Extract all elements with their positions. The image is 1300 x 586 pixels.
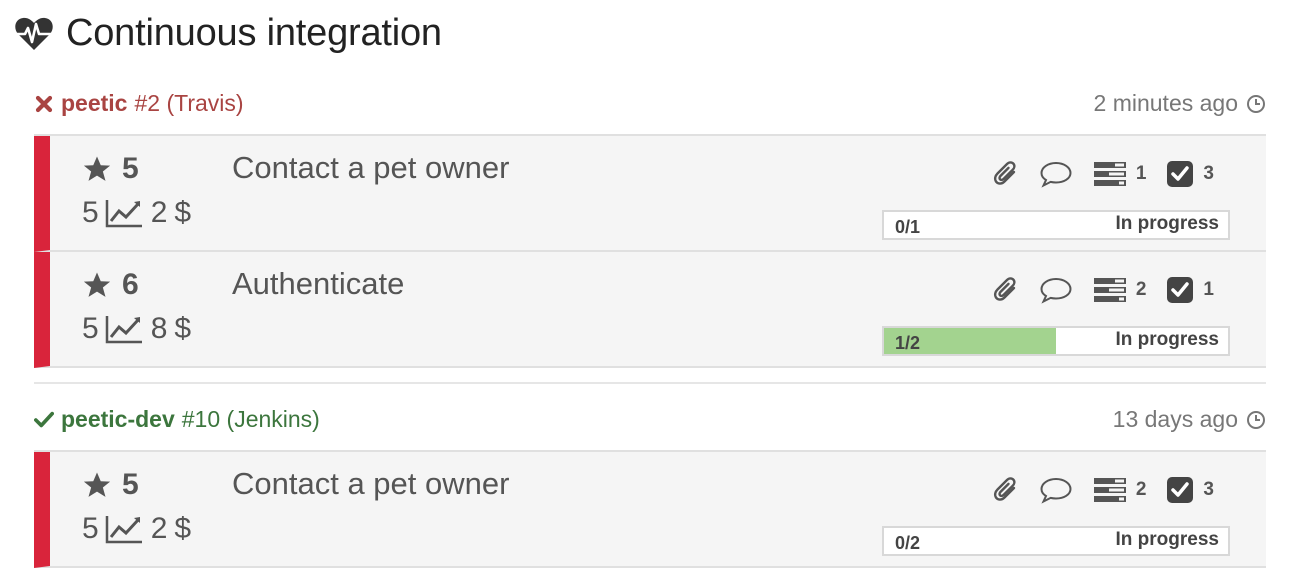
build-number: #2 <box>134 90 161 116</box>
build-card: peetic #2 (Travis) 2 minutes ago 5 5 2 $ <box>34 90 1266 368</box>
story-card[interactable]: 5 5 2 $ Contact a pet owner 1 3 0/1 In p… <box>34 136 1266 252</box>
clock-icon <box>1247 410 1265 429</box>
story-card[interactable]: 5 5 2 $ Contact a pet owner 2 3 0/2 In p… <box>34 452 1266 568</box>
build-number: #10 <box>181 406 221 432</box>
story-metrics: 5 8 $ <box>82 312 191 346</box>
build-time-label: 2 minutes ago <box>1093 90 1238 116</box>
progress-state: In progress <box>1115 529 1219 550</box>
build-separator <box>34 382 1266 384</box>
paperclip-icon <box>993 161 1016 185</box>
star-icon <box>83 272 111 297</box>
attachment-button[interactable] <box>993 276 1019 304</box>
checks-count: 1 <box>1203 279 1214 300</box>
story-cost: 2 <box>150 196 168 229</box>
attachment-button[interactable] <box>993 476 1019 504</box>
build-project: peetic <box>61 90 128 116</box>
story-metrics: 5 2 $ <box>82 512 191 546</box>
build-time: 13 days ago <box>1113 406 1266 433</box>
story-metrics: 5 2 $ <box>82 196 191 230</box>
story-priority: 6 <box>82 268 139 302</box>
tasks-count: 2 <box>1135 479 1147 500</box>
story-title[interactable]: Contact a pet owner <box>232 466 509 502</box>
comment-icon <box>1040 277 1072 304</box>
clock-icon <box>1247 94 1265 113</box>
tasks-list-icon <box>1093 162 1126 186</box>
paperclip-icon <box>993 477 1016 501</box>
line-chart-icon <box>105 516 142 544</box>
paperclip-icon <box>993 277 1016 301</box>
checkbox-icon <box>1167 161 1194 187</box>
story-points: 5 <box>82 196 99 229</box>
story-card[interactable]: 6 5 8 $ Authenticate 2 1 1/2 In progress <box>34 252 1266 368</box>
comment-button[interactable] <box>1039 476 1073 504</box>
story-cost: 2 <box>150 512 168 545</box>
tasks-counter[interactable]: 1 <box>1093 161 1147 187</box>
story-progress-bar: 1/2 In progress <box>882 326 1230 356</box>
story-icons: 2 1 <box>993 276 1214 304</box>
checks-count: 3 <box>1203 163 1214 184</box>
story-icons: 1 3 <box>993 160 1214 188</box>
story-title[interactable]: Contact a pet owner <box>232 150 509 186</box>
comment-button[interactable] <box>1039 276 1073 304</box>
build-project: peetic-dev <box>61 406 175 432</box>
currency-label: $ <box>174 196 192 229</box>
comment-icon <box>1040 477 1072 504</box>
comment-icon <box>1040 161 1072 188</box>
tasks-count: 2 <box>1135 279 1147 300</box>
page-title: Continuous integration <box>66 12 442 54</box>
checkbox-icon <box>1167 277 1194 303</box>
heartbeat-icon <box>15 17 53 50</box>
build-time: 2 minutes ago <box>1094 90 1266 117</box>
build-card: peetic-dev #10 (Jenkins) 13 days ago 5 5… <box>34 406 1266 568</box>
checks-count: 3 <box>1203 479 1214 500</box>
tasks-counter[interactable]: 2 <box>1093 477 1147 503</box>
build-ci: (Travis) <box>166 90 244 116</box>
build-header: peetic #2 (Travis) 2 minutes ago <box>34 90 1266 124</box>
story-cost: 8 <box>150 312 168 345</box>
checks-counter[interactable]: 3 <box>1166 476 1214 504</box>
build-header: peetic-dev #10 (Jenkins) 13 days ago <box>34 406 1266 440</box>
line-chart-icon <box>105 316 142 344</box>
checks-counter[interactable]: 3 <box>1166 160 1214 188</box>
tasks-list-icon <box>1093 478 1126 502</box>
attachment-button[interactable] <box>993 160 1019 188</box>
star-icon <box>83 156 111 181</box>
line-chart-icon <box>105 200 142 228</box>
tasks-count: 1 <box>1135 163 1147 184</box>
checks-counter[interactable]: 1 <box>1166 276 1214 304</box>
currency-label: $ <box>174 312 192 345</box>
story-points: 5 <box>82 512 99 545</box>
page-header: Continuous integration <box>14 12 442 55</box>
failed-x-icon <box>35 95 53 112</box>
progress-state: In progress <box>1115 213 1219 234</box>
build-ci: (Jenkins) <box>226 406 320 432</box>
story-progress-bar: 0/2 In progress <box>882 526 1230 556</box>
story-list: 5 5 2 $ Contact a pet owner 2 3 0/2 In p… <box>34 450 1266 568</box>
story-list: 5 5 2 $ Contact a pet owner 1 3 0/1 In p… <box>34 134 1266 368</box>
tasks-list-icon <box>1093 278 1126 302</box>
story-icons: 2 3 <box>993 476 1214 504</box>
story-priority: 5 <box>82 468 139 502</box>
comment-button[interactable] <box>1039 160 1073 188</box>
progress-count: 1/2 <box>895 333 921 353</box>
progress-state: In progress <box>1115 329 1219 350</box>
currency-label: $ <box>174 512 192 545</box>
checkbox-icon <box>1167 477 1194 503</box>
build-title[interactable]: peetic-dev #10 (Jenkins) <box>34 406 320 433</box>
progress-count: 0/1 <box>895 217 921 237</box>
build-time-label: 13 days ago <box>1112 406 1238 432</box>
story-priority: 5 <box>82 152 139 186</box>
star-icon <box>83 472 111 497</box>
tasks-counter[interactable]: 2 <box>1093 277 1147 303</box>
story-title[interactable]: Authenticate <box>232 266 404 302</box>
story-progress-bar: 0/1 In progress <box>882 210 1230 240</box>
progress-count: 0/2 <box>895 533 921 553</box>
story-points: 5 <box>82 312 99 345</box>
build-title[interactable]: peetic #2 (Travis) <box>34 90 244 117</box>
success-check-icon <box>34 411 54 427</box>
